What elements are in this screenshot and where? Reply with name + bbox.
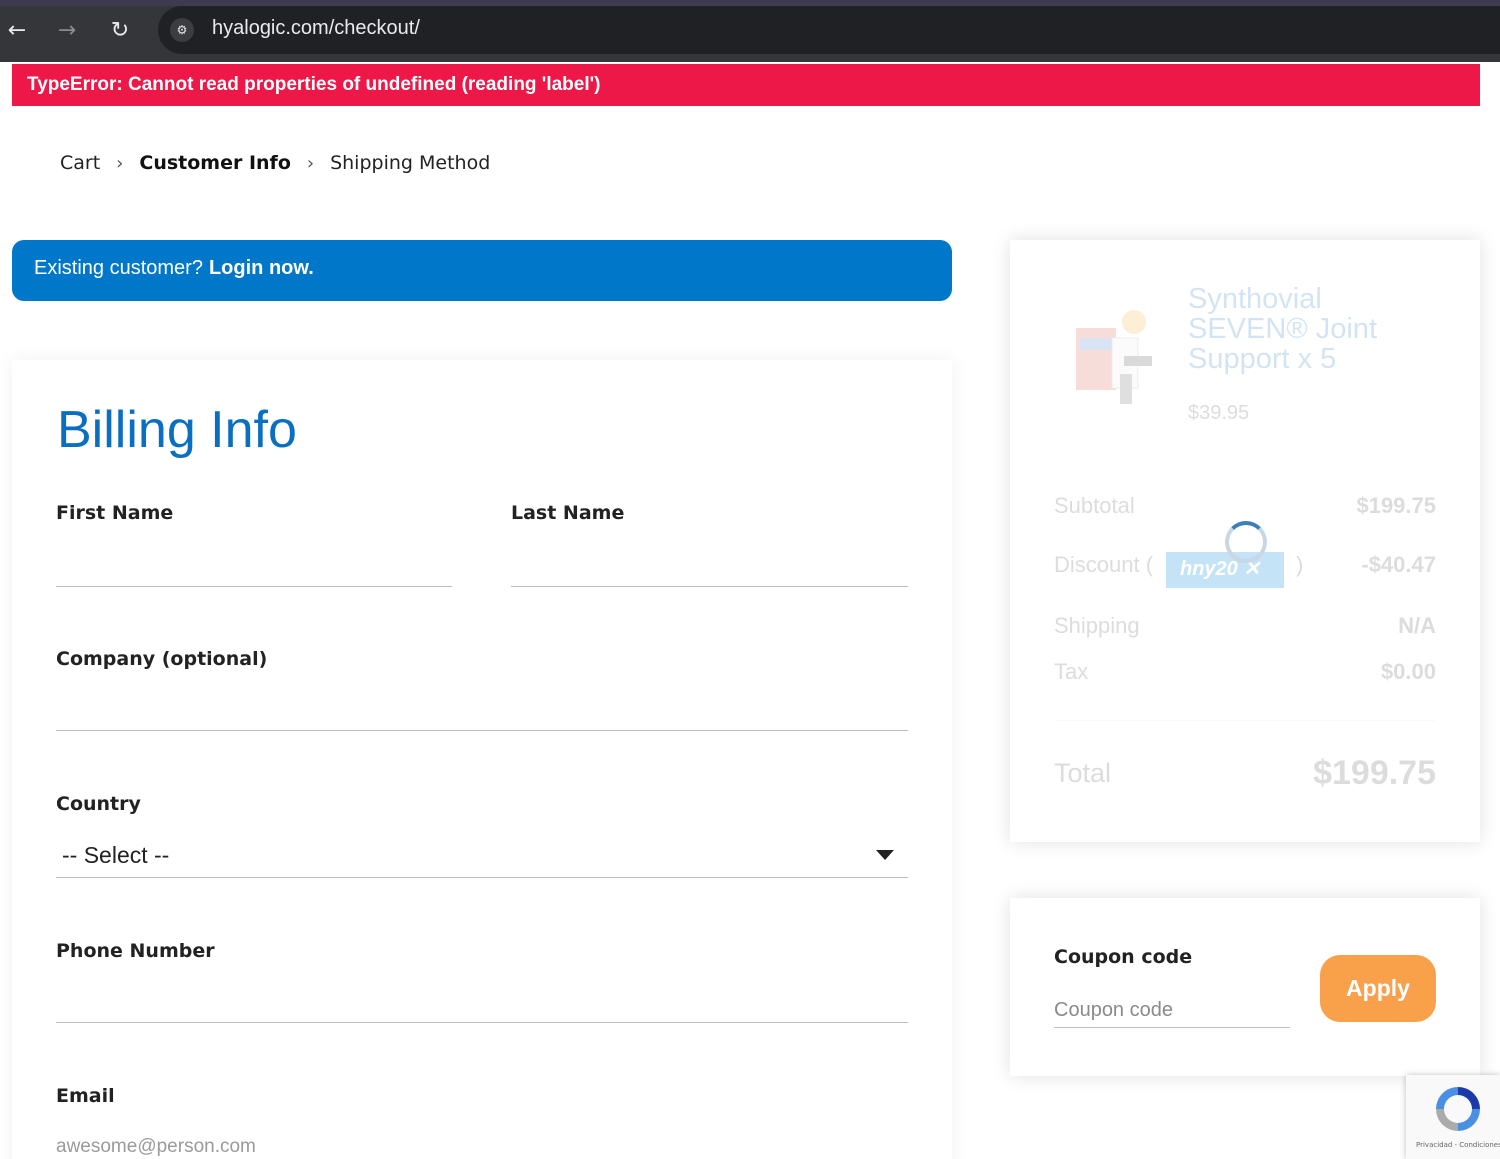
company-label: Company (optional) [56,648,268,670]
site-info-icon[interactable]: ⚙ [170,18,194,42]
first-name-underline [56,586,452,587]
subtotal-label: Subtotal [1054,493,1135,518]
chevron-right-icon: › [116,152,124,174]
last-name-label: Last Name [511,502,625,524]
breadcrumb-shipping-method[interactable]: Shipping Method [330,152,490,174]
shipping-value: N/A [1398,613,1436,638]
login-banner: Existing customer? Login now. [12,240,952,301]
first-name-label: First Name [56,502,174,524]
recaptcha-links[interactable]: Privacidad - Condiciones [1416,1141,1500,1149]
last-name-underline [511,586,908,587]
last-name-field[interactable] [511,546,908,580]
back-icon[interactable]: ← [0,14,34,48]
apply-coupon-button[interactable]: Apply [1320,955,1436,1022]
url-text[interactable]: hyalogic.com/checkout/ [212,17,420,40]
company-underline [56,730,908,731]
coupon-label: Coupon code [1054,946,1193,968]
phone-field[interactable] [56,984,908,1018]
tax-label: Tax [1054,659,1089,684]
subtotal-value: $199.75 [1356,493,1436,518]
company-field[interactable] [56,692,908,726]
product-name[interactable]: Synthovial SEVEN® Joint Support x 5 [1188,284,1418,374]
phone-label: Phone Number [56,940,215,962]
error-banner: TypeError: Cannot read properties of und… [12,64,1480,106]
caret-down-icon [876,850,894,860]
email-label: Email [56,1085,115,1107]
phone-underline [56,1022,908,1023]
login-prompt-text: Existing customer? [34,257,203,279]
breadcrumb: Cart › Customer Info › Shipping Method [60,152,490,174]
loading-spinner [1225,521,1267,563]
shipping-label: Shipping [1054,613,1140,638]
order-summary: Synthovial SEVEN® Joint Support x 5 $39.… [1010,240,1480,842]
country-select[interactable]: -- Select -- [56,836,908,878]
address-bar[interactable]: ⚙ hyalogic.com/checkout/ [158,6,1500,54]
breadcrumb-customer-info: Customer Info [139,152,291,174]
product-price: $39.95 [1188,402,1250,424]
total-value: $199.75 [1313,754,1436,792]
browser-toolbar: ← → ↻ ⚙ hyalogic.com/checkout/ [0,0,1500,62]
login-link[interactable]: Login now. [209,257,314,279]
first-name-field[interactable] [56,546,452,580]
billing-form: Billing Info First Name Last Name Compan… [12,360,952,1159]
page-title: Billing Info [57,401,297,459]
coupon-code-input[interactable] [1054,994,1290,1028]
recaptcha-badge[interactable]: Privacidad - Condiciones [1406,1075,1500,1159]
forward-icon[interactable]: → [50,14,84,48]
summary-divider [1054,720,1436,721]
discount-value: -$40.47 [1361,552,1436,577]
country-label: Country [56,793,141,815]
reload-icon[interactable]: ↻ [103,14,137,48]
product-image [1076,310,1152,404]
chevron-right-icon: › [306,152,315,174]
discount-close-paren: ) [1296,552,1304,577]
tax-value: $0.00 [1380,659,1436,684]
breadcrumb-cart[interactable]: Cart [60,152,100,174]
total-label: Total [1054,758,1112,788]
coupon-card: Coupon code Apply [1010,898,1480,1076]
email-field[interactable] [56,1130,908,1159]
discount-label: Discount ( [1054,552,1154,577]
country-select-value: -- Select -- [62,842,170,868]
recaptcha-icon [1436,1087,1480,1131]
